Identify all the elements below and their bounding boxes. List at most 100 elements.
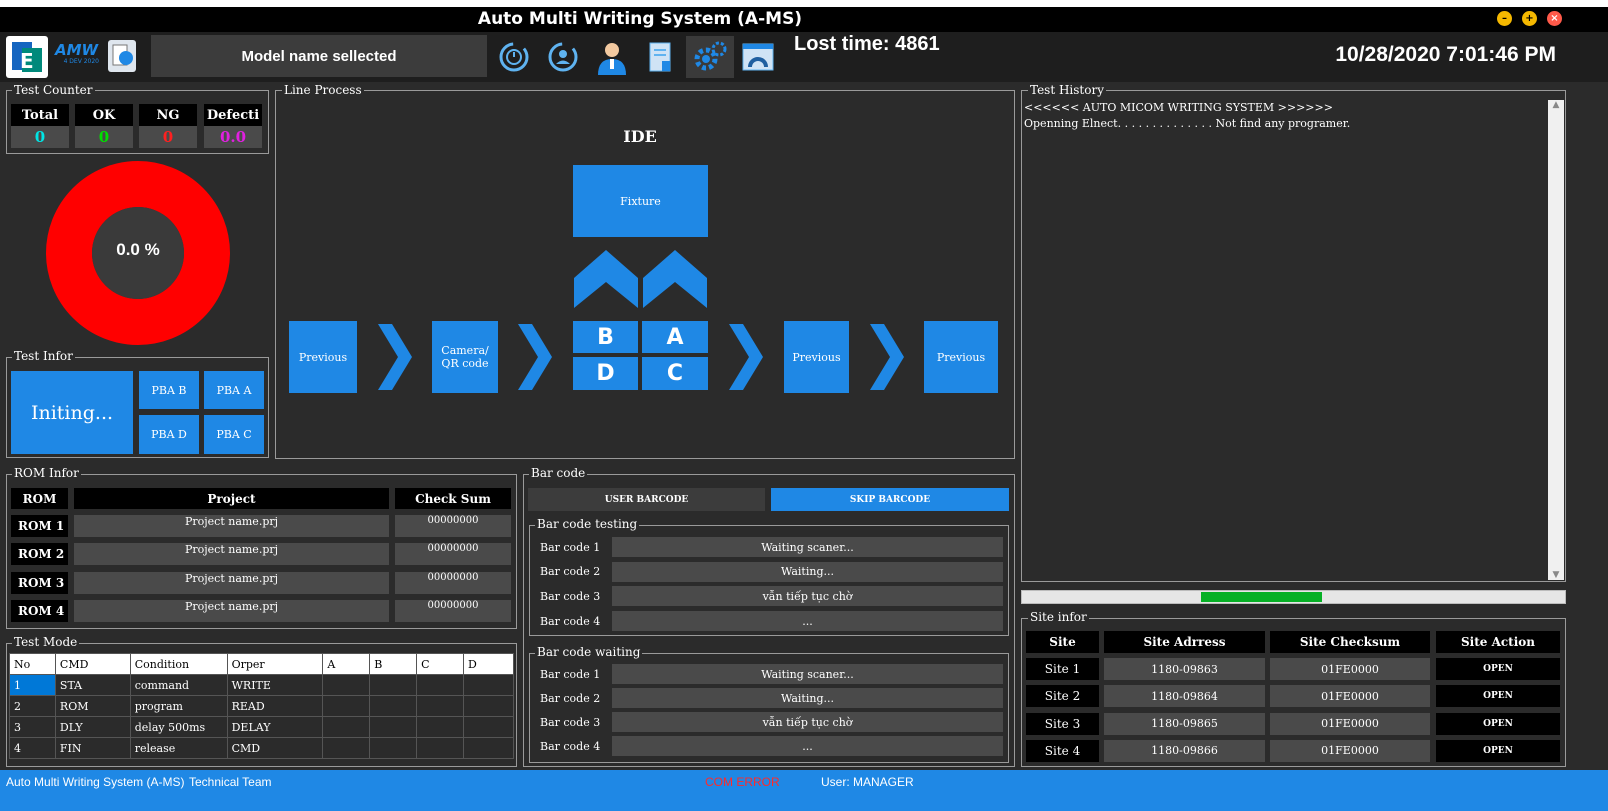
site-open-button[interactable]: OPEN (1436, 685, 1560, 708)
progress-bar (1021, 590, 1566, 604)
test-mode-cell[interactable]: DELAY (226, 716, 324, 738)
scroll-down-icon[interactable]: ▼ (1548, 570, 1564, 580)
pba-b-indicator: PBA B (139, 371, 199, 409)
scroll-up-icon[interactable]: ▲ (1548, 100, 1564, 110)
rom-checksum: 00000000 (395, 543, 511, 566)
site-infor-label: Site infor (1028, 610, 1089, 624)
site-header-address: Site Adrress (1104, 631, 1265, 653)
maximize-button[interactable]: + (1522, 11, 1537, 26)
document-globe-icon[interactable] (108, 40, 136, 72)
test-mode-cell[interactable]: FIN (54, 737, 131, 759)
refresh-user-icon[interactable] (541, 36, 585, 78)
rom-project-name[interactable]: Project name.prj (74, 571, 389, 594)
site-open-button[interactable]: OPEN (1436, 739, 1560, 762)
chevron-right-icon (518, 324, 552, 390)
table-row[interactable]: 2 ROM program READ (9, 695, 514, 717)
previous-step-3: Previous (924, 321, 998, 393)
test-mode-table[interactable]: No CMD Condition Orper A B C D 1 STA command WRITE 2… (9, 653, 514, 759)
rom-project-name[interactable]: Project name.prj (74, 543, 389, 566)
test-mode-cell[interactable]: 1 (9, 674, 56, 696)
test-mode-table-wrap: No CMD Condition Orper A B C D 1 STA command WRITE 2… (9, 653, 514, 761)
site-c-box: C (642, 357, 708, 390)
test-mode-cell[interactable]: 2 (9, 695, 56, 717)
table-row[interactable]: 3 DLY delay 500ms DELAY (9, 716, 514, 738)
test-mode-cell[interactable] (369, 674, 418, 696)
skip-barcode-button[interactable]: SKIP BARCODE (771, 488, 1009, 511)
log-line: <<<<<< AUTO MICOM WRITING SYSTEM >>>>>> (1024, 101, 1333, 114)
model-name-display[interactable]: Model name sellected (151, 35, 487, 77)
rom-project-name[interactable]: Project name.prj (74, 599, 389, 622)
barcode-waiting-value: Waiting... (612, 688, 1003, 708)
test-mode-cell[interactable] (463, 674, 514, 696)
test-mode-cell[interactable] (416, 737, 465, 759)
barcode-label: Bar code (529, 466, 588, 480)
site-address: 1180-09863 (1104, 658, 1265, 680)
site-row-label: Site 2 (1026, 685, 1099, 708)
test-mode-header-cell: B (369, 653, 418, 675)
test-mode-cell[interactable] (322, 737, 371, 759)
rom-infor-label: ROM Infor (12, 466, 81, 480)
rom-checksum: 00000000 (395, 599, 511, 622)
pba-c-indicator: PBA C (204, 415, 264, 454)
test-mode-cell[interactable]: WRITE (226, 674, 324, 696)
barcode-testing-value: Waiting... (612, 561, 1003, 582)
test-mode-cell[interactable]: program (129, 695, 228, 717)
site-open-button[interactable]: OPEN (1436, 712, 1560, 735)
test-mode-cell[interactable]: READ (226, 695, 324, 717)
user-icon[interactable] (590, 36, 634, 78)
barcode-waiting-label: Bar code 4 (540, 739, 601, 753)
test-mode-cell[interactable] (322, 695, 371, 717)
test-mode-cell[interactable] (416, 674, 465, 696)
test-mode-cell[interactable] (416, 716, 465, 738)
barcode-waiting-label: Bar code 3 (540, 715, 601, 729)
test-mode-cell[interactable] (416, 695, 465, 717)
history-scrollbar[interactable]: ▲ ▼ (1548, 100, 1564, 580)
site-row-label: Site 3 (1026, 712, 1099, 735)
test-mode-header-cell: Orper (226, 653, 324, 675)
test-history-log[interactable]: <<<<<< AUTO MICOM WRITING SYSTEM >>>>>> … (1024, 100, 1548, 580)
test-mode-cell[interactable]: DLY (54, 716, 131, 738)
test-mode-cell[interactable]: 3 (9, 716, 56, 738)
test-mode-cell[interactable]: STA (54, 674, 131, 696)
test-infor-label: Test Infor (12, 349, 75, 363)
rom-header-checksum: Check Sum (395, 488, 511, 509)
report-icon[interactable] (639, 36, 683, 78)
test-mode-cell[interactable] (322, 716, 371, 738)
test-mode-cell[interactable] (369, 695, 418, 717)
test-mode-cell[interactable]: command (129, 674, 228, 696)
barcode-testing-label: Bar code 2 (540, 565, 601, 579)
test-counter-label: Test Counter (12, 83, 95, 97)
amw-logo: AMW 4 DEV 2020 (55, 42, 99, 72)
browser-window-icon[interactable] (736, 36, 780, 78)
close-button[interactable]: × (1547, 11, 1562, 26)
test-mode-cell[interactable] (369, 716, 418, 738)
test-mode-cell[interactable]: ROM (54, 695, 131, 717)
table-row[interactable]: 4 FIN release CMD (9, 737, 514, 759)
site-header-checksum: Site Checksum (1270, 631, 1430, 653)
test-mode-cell[interactable]: CMD (226, 737, 324, 759)
test-mode-cell[interactable] (322, 674, 371, 696)
chevron-right-icon (378, 324, 412, 390)
progress-fill (1201, 592, 1322, 602)
test-mode-cell[interactable] (463, 716, 514, 738)
table-row[interactable]: 1 STA command WRITE (9, 674, 514, 696)
barcode-waiting-label: Bar code 2 (540, 691, 601, 705)
test-mode-cell[interactable] (369, 737, 418, 759)
test-mode-cell[interactable] (463, 695, 514, 717)
test-mode-cell[interactable]: delay 500ms (129, 716, 228, 738)
site-d-box: D (573, 357, 638, 390)
minimize-button[interactable]: – (1497, 11, 1512, 26)
counter-value-defect: 0.0 (204, 126, 262, 148)
test-mode-header-cell: D (463, 653, 514, 675)
pba-d-indicator: PBA D (139, 415, 199, 454)
rom-project-name[interactable]: Project name.prj (74, 515, 389, 537)
test-mode-cell[interactable]: release (129, 737, 228, 759)
gear-icon[interactable] (686, 36, 734, 78)
site-open-button[interactable]: OPEN (1436, 658, 1560, 680)
rom-row-label: ROM 3 (11, 571, 68, 594)
test-mode-cell[interactable]: 4 (9, 737, 56, 759)
refresh-clock-icon[interactable] (492, 36, 536, 78)
test-mode-cell[interactable] (463, 737, 514, 759)
user-barcode-button[interactable]: USER BARCODE (528, 488, 765, 511)
site-address: 1180-09865 (1104, 712, 1265, 735)
